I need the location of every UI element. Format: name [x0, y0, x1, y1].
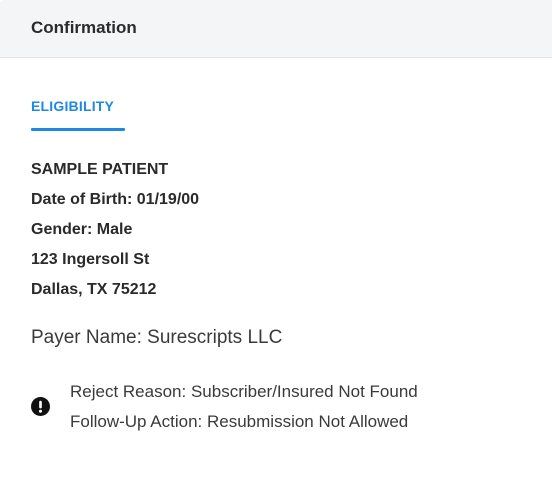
- patient-dob: Date of Birth: 01/19/00: [31, 191, 200, 208]
- dialog-title: Confirmation: [31, 18, 137, 37]
- reject-reason: Reject Reason: Subscriber/Insured Not Fo…: [70, 382, 418, 401]
- patient-info: SAMPLE PATIENT Date of Birth: 01/19/00 G…: [31, 155, 199, 305]
- active-tab-indicator: [31, 128, 125, 131]
- followup-action: Follow-Up Action: Resubmission Not Allow…: [70, 412, 409, 431]
- alert-circle-icon: [31, 397, 50, 416]
- dialog-header: Confirmation: [0, 0, 552, 58]
- reject-details: Reject Reason: Subscriber/Insured Not Fo…: [70, 377, 418, 437]
- patient-gender: Gender: Male: [31, 221, 133, 238]
- patient-name: SAMPLE PATIENT: [31, 161, 169, 178]
- patient-address-line1: 123 Ingersoll St: [31, 251, 150, 268]
- patient-address-line2: Dallas, TX 75212: [31, 281, 157, 298]
- payer-name: Payer Name: Surescripts LLC: [31, 327, 283, 348]
- tab-eligibility[interactable]: ELIGIBILITY: [31, 98, 114, 114]
